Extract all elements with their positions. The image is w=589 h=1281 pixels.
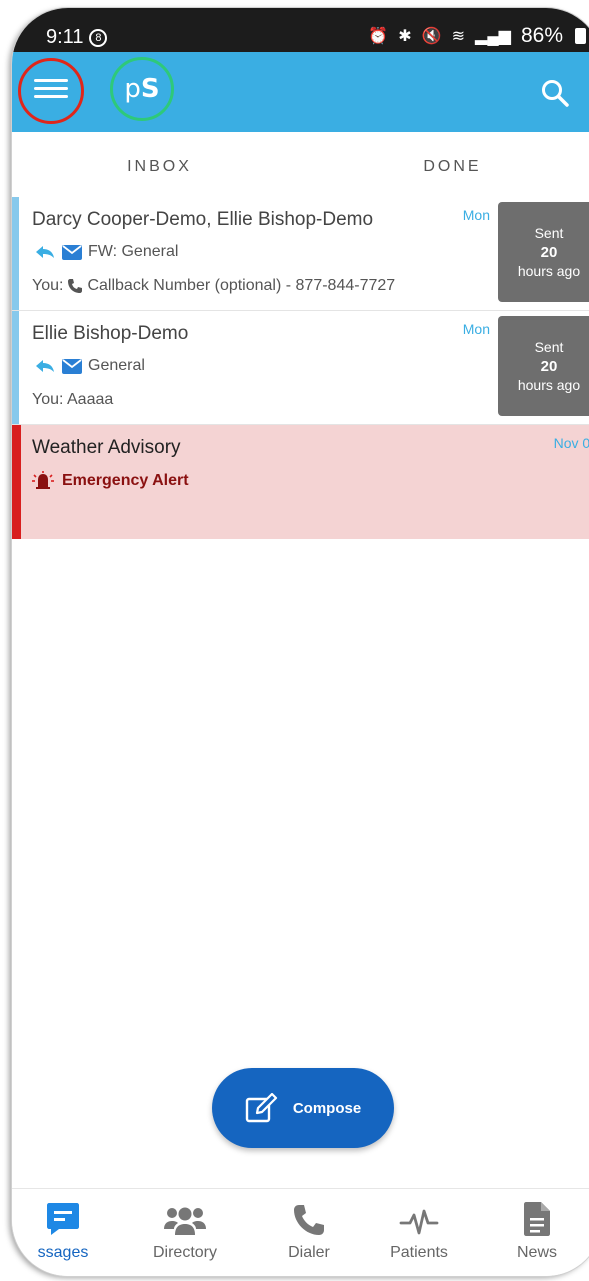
nav-messages-label: ssages [37,1244,89,1261]
nav-directory[interactable]: Directory [126,1199,244,1262]
notification-badge-icon: 8 [89,29,108,47]
sent-unit: hours ago [517,377,581,393]
message-preview: You: Aaaaa [32,391,114,408]
tab-done[interactable]: DONE [303,132,589,206]
menu-line [34,87,68,90]
search-button[interactable] [540,78,570,108]
status-time: 9:11 8 [46,26,108,49]
message-subject: General [88,357,145,374]
alert-stripe [12,425,21,539]
app-logo: pS [110,57,174,121]
alarm-icon: ⏰ [368,28,389,45]
unread-stripe [12,197,19,310]
mail-icon [62,244,82,260]
document-icon [524,1202,550,1236]
reply-icon [36,360,54,372]
tab-bar: INBOX DONE [12,132,589,206]
bottom-navigation: ssages Directory Dialer Patients News [12,1188,589,1276]
sent-unit: hours ago [517,263,581,279]
alert-row[interactable]: Weather Advisory Nov 07 Emergency Alert [12,425,589,539]
sent-count: 20 [540,358,558,375]
nav-directory-label: Directory [152,1244,217,1261]
sent-label: Sent [534,225,564,241]
nav-dialer[interactable]: Dialer [250,1199,368,1262]
message-subject: FW: General [88,243,179,260]
directory-icon [164,1207,206,1235]
status-time-text: 9:11 [46,26,84,48]
message-row[interactable]: Ellie Bishop-Demo Mon General You: Aaaaa… [12,311,589,425]
menu-line [34,79,68,82]
search-icon [542,80,569,107]
sent-count: 20 [540,244,558,261]
compose-label: Compose [292,1099,362,1117]
preview-prefix: You: [32,277,64,294]
compose-button[interactable]: Compose [212,1068,394,1148]
reply-icon [36,246,54,258]
mail-icon [62,358,82,374]
phone-icon [68,279,83,293]
message-subject-line: General [34,357,145,375]
sent-status-badge: Sent 20 hours ago [498,202,589,302]
message-title: Ellie Bishop-Demo [32,323,189,344]
message-preview-line: You: Callback Number (optional) - 877-84… [32,277,395,295]
sent-label: Sent [534,339,564,355]
message-preview: Callback Number (optional) - 877-844-772… [87,277,396,294]
nav-patients[interactable]: Patients [360,1199,478,1262]
nav-dialer-label: Dialer [288,1244,330,1261]
message-date: Mon [462,207,490,223]
logo-letter-p: p [124,74,141,104]
unread-stripe [12,311,19,424]
nav-messages[interactable]: ssages [12,1199,122,1262]
message-preview-line: You: Aaaaa [32,391,113,409]
menu-line [34,95,68,98]
alert-label-line: Emergency Alert [32,471,189,491]
status-icons: ⏰ ✱ 🔇 ≋ ▂▄▆ 86% [368,24,586,48]
logo-text: pS [124,74,159,104]
compose-icon [245,1093,277,1123]
wifi-icon: ≋ [451,28,466,45]
battery-level: 86% [520,24,563,47]
signal-icon: ▂▄▆ [475,28,511,45]
tab-inbox[interactable]: INBOX [12,132,307,206]
menu-button[interactable] [34,74,68,108]
message-list: Darcy Cooper-Demo, Ellie Bishop-Demo Mon… [12,197,589,539]
battery-icon [575,28,586,44]
nav-news-label: News [516,1244,557,1261]
status-bar: 9:11 8 ⏰ ✱ 🔇 ≋ ▂▄▆ 86% [12,8,589,52]
alert-title: Weather Advisory [32,437,181,458]
phone-frame: 9:11 8 ⏰ ✱ 🔇 ≋ ▂▄▆ 86% pS INBOX DONE Dar… [12,8,589,1276]
pulse-icon [399,1209,439,1235]
logo-letter-s: S [140,74,160,104]
nav-news[interactable]: News [478,1199,589,1262]
alarm-bell-icon [32,471,54,489]
alert-date: Nov 07 [553,435,589,451]
sent-status-badge: Sent 20 hours ago [498,316,589,416]
dialer-icon [294,1205,324,1235]
nav-patients-label: Patients [390,1244,448,1261]
message-title: Darcy Cooper-Demo, Ellie Bishop-Demo [32,209,374,230]
message-date: Mon [462,321,490,337]
messages-icon [47,1203,79,1235]
message-row[interactable]: Darcy Cooper-Demo, Ellie Bishop-Demo Mon… [12,197,589,311]
mute-icon: 🔇 [421,28,442,45]
alert-label: Emergency Alert [62,472,189,489]
message-subject-line: FW: General [34,243,178,261]
bluetooth-icon: ✱ [398,28,412,45]
app-header: pS [12,52,589,132]
